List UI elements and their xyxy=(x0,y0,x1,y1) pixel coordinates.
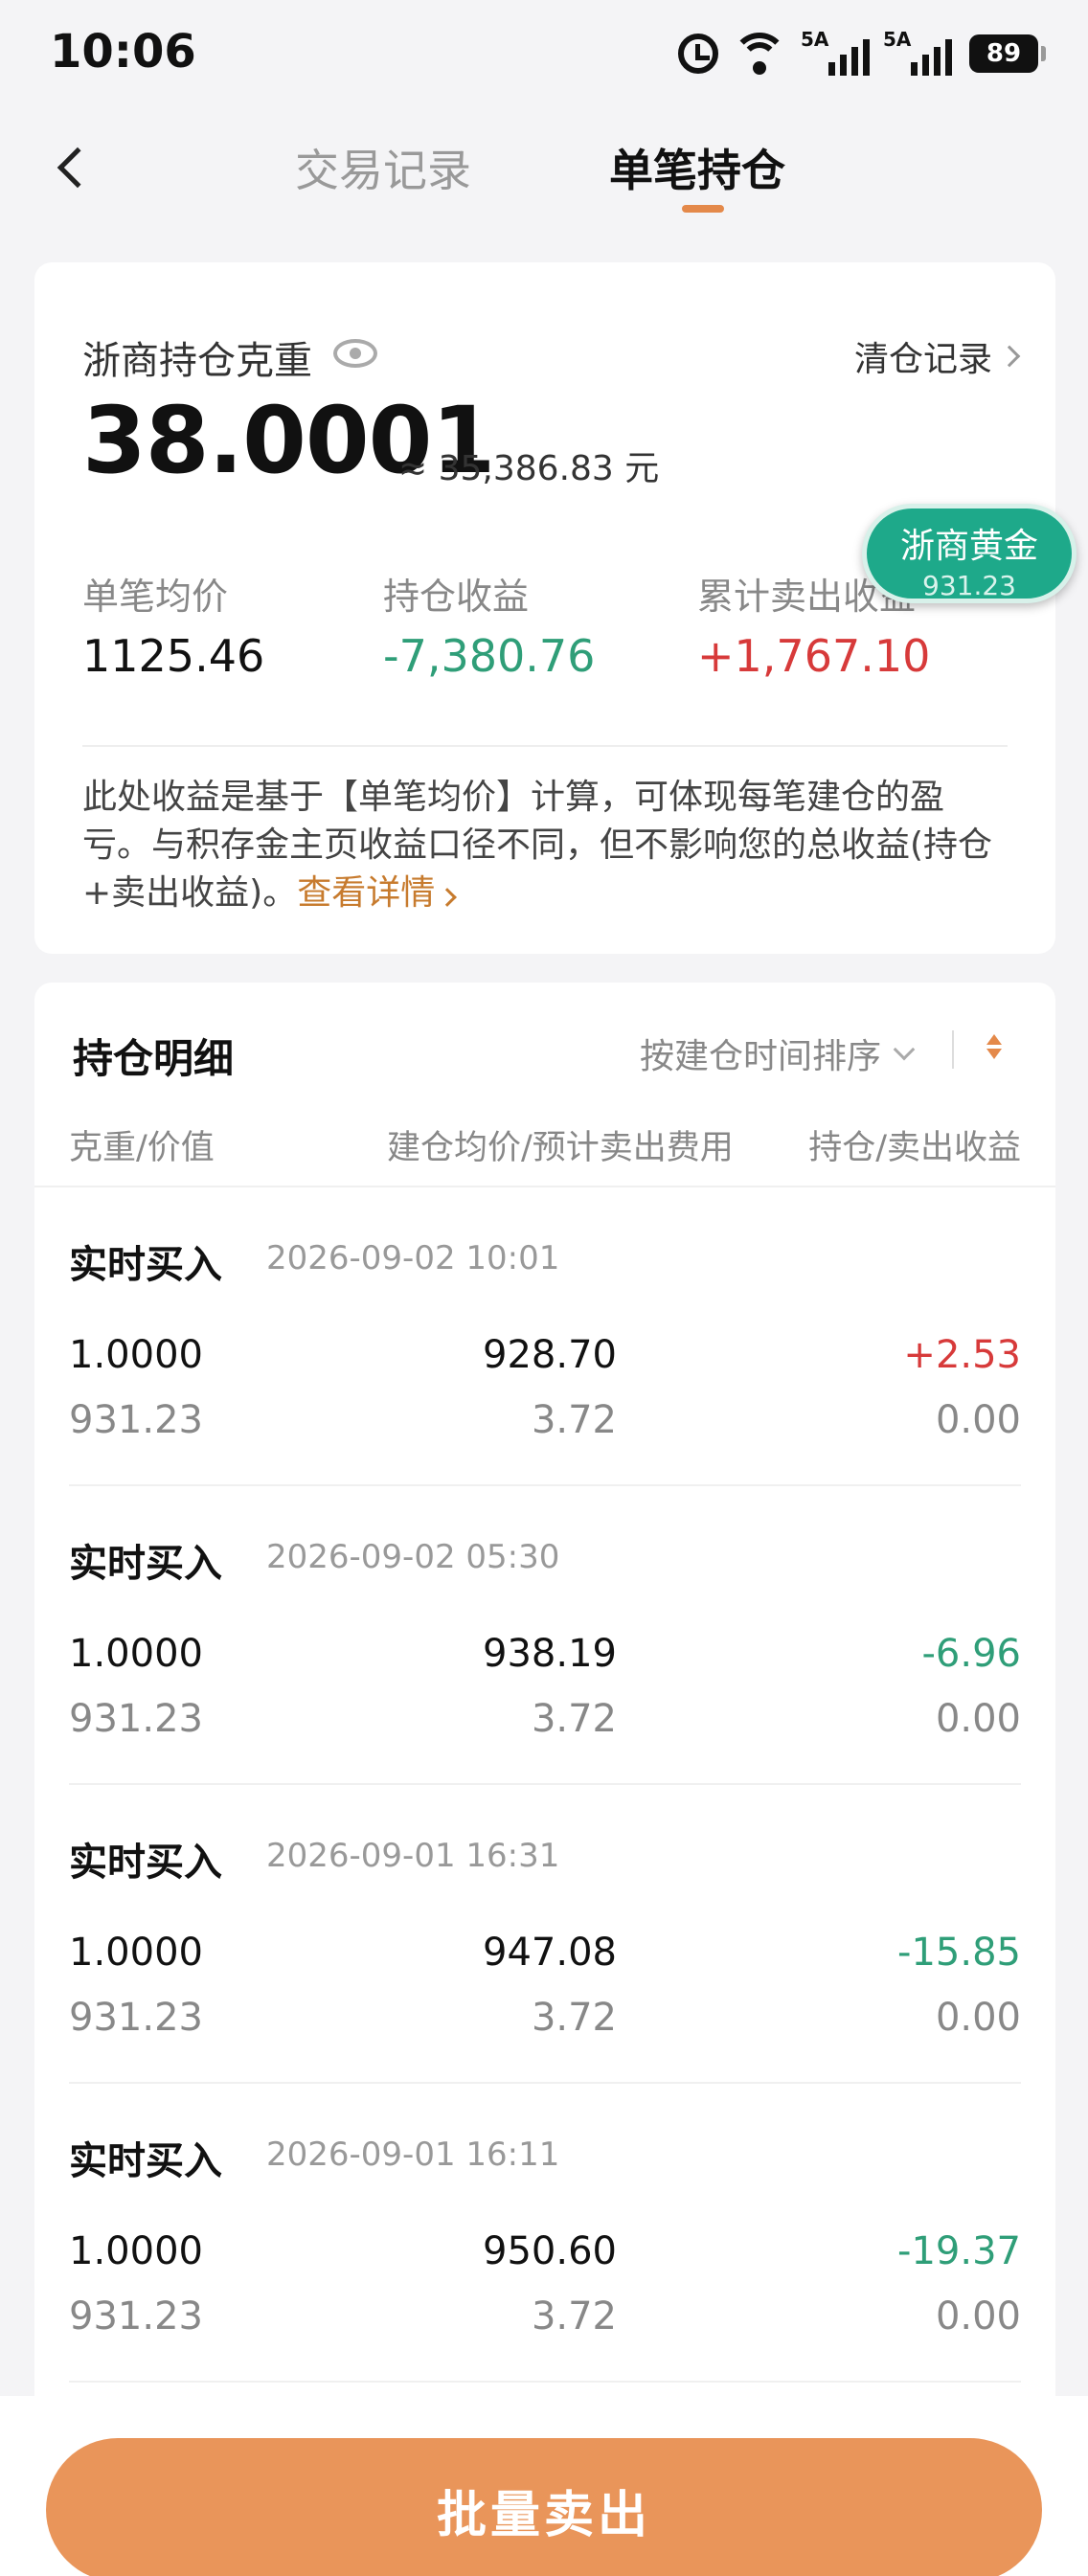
row-weight: 1.0000 xyxy=(69,1632,203,1676)
batch-sell-button[interactable]: 批量卖出 xyxy=(46,2438,1042,2576)
holding-row[interactable]: 实时买入 2026-09-02 10:01 1.0000 931.23 928.… xyxy=(69,1187,1021,1486)
row-sold-pnl: 0.00 xyxy=(935,1996,1021,2040)
cellular-signal-icon: 5A xyxy=(801,28,870,76)
row-time: 2026-09-01 16:11 xyxy=(266,2135,560,2174)
holdings-detail-title: 持仓明细 xyxy=(73,1035,235,1082)
divider xyxy=(69,2381,1021,2383)
sort-order-icon[interactable] xyxy=(983,1034,1006,1063)
row-value: 931.23 xyxy=(69,1697,203,1741)
row-value: 931.23 xyxy=(69,2294,203,2339)
gold-price-name: 浙商黄金 xyxy=(899,527,1038,566)
row-avg-cost: 950.60 xyxy=(483,2229,617,2273)
row-weight: 1.0000 xyxy=(69,1333,203,1377)
row-sold-pnl: 0.00 xyxy=(935,2294,1021,2339)
holding-pnl-value: -7,380.76 xyxy=(383,630,596,682)
row-value: 931.23 xyxy=(69,1398,203,1442)
row-sold-pnl: 0.00 xyxy=(935,1697,1021,1741)
row-weight: 1.0000 xyxy=(69,1931,203,1975)
status-icons: 5A 5A 89 xyxy=(678,28,1046,79)
holding-row[interactable]: 实时买入 2026-09-01 16:11 1.0000 931.23 950.… xyxy=(69,2084,1021,2383)
divider xyxy=(952,1030,954,1069)
gold-price-floating-badge[interactable]: 浙商黄金 931.23 xyxy=(862,504,1077,603)
row-avg-cost: 947.08 xyxy=(483,1931,617,1975)
holding-pnl-label: 持仓收益 xyxy=(383,576,530,618)
eye-icon[interactable] xyxy=(333,339,377,368)
gold-price-value: 931.23 xyxy=(922,570,1016,601)
pnl-note-text: 此处收益是基于【单笔均价】计算，可体现每笔建仓的盈亏。与积存金主页收益口径不同，… xyxy=(82,778,993,913)
row-pnl: -15.85 xyxy=(897,1931,1021,1975)
row-fee: 3.72 xyxy=(531,1996,617,2040)
chevron-left-icon xyxy=(57,147,99,189)
chevron-down-icon xyxy=(893,1038,916,1061)
holding-row[interactable]: 实时买入 2026-09-02 05:30 1.0000 931.23 938.… xyxy=(69,1486,1021,1785)
row-pnl: +2.53 xyxy=(903,1333,1021,1377)
holdings-detail-card: 持仓明细 按建仓时间排序 克重/价值 建仓均价/预计卖出费用 持仓/卖出收益 实… xyxy=(34,983,1055,2576)
row-time: 2026-09-01 16:31 xyxy=(266,1837,560,1875)
row-fee: 3.72 xyxy=(531,1697,617,1741)
view-details-link[interactable]: 查看详情 xyxy=(297,873,435,913)
top-nav: 交易记录 单笔持仓 xyxy=(0,115,1088,230)
row-pnl: -6.96 xyxy=(921,1632,1022,1676)
row-type: 实时买入 xyxy=(69,2139,222,2183)
holdings-weight-title: 浙商持仓克重 xyxy=(82,339,312,383)
row-type: 实时买入 xyxy=(69,1243,222,1287)
row-type: 实时买入 xyxy=(69,1841,222,1885)
alarm-icon xyxy=(678,34,718,74)
row-sold-pnl: 0.00 xyxy=(935,1398,1021,1442)
cumulative-sell-pnl-value: +1,767.10 xyxy=(697,630,931,682)
approx-value: ≈ 35,386.83 元 xyxy=(398,449,660,488)
holdings-summary-card: 浙商持仓克重 清仓记录 38.0001 ≈ 35,386.83 元 单笔均价 持… xyxy=(34,262,1055,954)
clear-records-link[interactable]: 清仓记录 xyxy=(853,331,1021,381)
sort-label: 按建仓时间排序 xyxy=(640,1037,882,1076)
avg-price-label: 单笔均价 xyxy=(82,576,229,618)
status-time: 10:06 xyxy=(50,25,196,79)
bottom-action-bar: 批量卖出 xyxy=(0,2396,1088,2576)
battery-icon: 89 xyxy=(969,34,1046,73)
row-fee: 3.72 xyxy=(531,2294,617,2339)
chevron-right-icon xyxy=(438,888,458,907)
divider xyxy=(82,745,1008,747)
column-header-weight-value: 克重/价值 xyxy=(69,1129,215,1167)
row-time: 2026-09-02 10:01 xyxy=(266,1239,560,1277)
column-header-cost-fee: 建仓均价/预计卖出费用 xyxy=(387,1129,734,1167)
wifi-icon xyxy=(732,33,787,75)
active-tab-indicator xyxy=(682,205,724,213)
tab-trade-records[interactable]: 交易记录 xyxy=(295,136,471,199)
tab-single-holdings[interactable]: 单笔持仓 xyxy=(609,136,785,199)
row-weight: 1.0000 xyxy=(69,2229,203,2273)
row-avg-cost: 938.19 xyxy=(483,1632,617,1676)
sort-dropdown[interactable]: 按建仓时间排序 xyxy=(640,1028,916,1078)
row-pnl: -19.37 xyxy=(897,2229,1021,2273)
row-value: 931.23 xyxy=(69,1996,203,2040)
clear-records-label: 清仓记录 xyxy=(853,340,992,379)
row-time: 2026-09-02 05:30 xyxy=(266,1538,560,1576)
column-header-pnl: 持仓/卖出收益 xyxy=(808,1129,1021,1167)
row-fee: 3.72 xyxy=(531,1398,617,1442)
status-bar: 10:06 5A 5A 89 xyxy=(0,0,1088,105)
row-avg-cost: 928.70 xyxy=(483,1333,617,1377)
cellular-signal-icon-2: 5A xyxy=(883,28,952,76)
pnl-note: 此处收益是基于【单笔均价】计算，可体现每笔建仓的盈亏。与积存金主页收益口径不同，… xyxy=(82,774,1008,917)
back-button[interactable] xyxy=(38,134,105,201)
row-type: 实时买入 xyxy=(69,1542,222,1586)
holding-row[interactable]: 实时买入 2026-09-01 16:31 1.0000 931.23 947.… xyxy=(69,1785,1021,2084)
avg-price-value: 1125.46 xyxy=(82,630,265,682)
chevron-right-icon xyxy=(998,345,1021,368)
